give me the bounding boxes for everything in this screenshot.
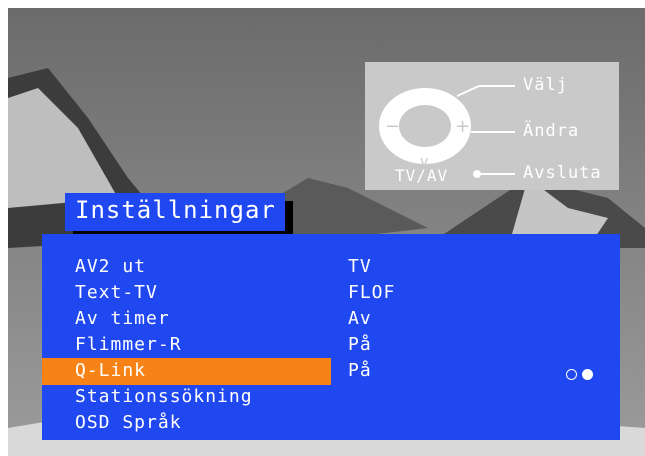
change-label: Ändra	[523, 121, 580, 141]
menu-item-value: FLOF	[348, 282, 396, 303]
exit-label: Avsluta	[523, 163, 602, 183]
menu-item-value: Av	[348, 308, 372, 329]
option-dot-filled-icon	[582, 369, 593, 380]
option-indicator	[566, 365, 598, 384]
menu-item-av2-out[interactable]: AV2 ut TV	[42, 254, 620, 281]
menu-item-flicker-r[interactable]: Flimmer-R På	[42, 332, 620, 359]
menu-item-label: OSD Språk	[75, 412, 182, 433]
menu-item-value: TV	[348, 256, 372, 277]
menu-item-label: Flimmer-R	[75, 334, 182, 355]
svg-text:−: −	[385, 116, 400, 137]
menu-item-label: Q-Link	[75, 360, 147, 381]
menu-item-label: Av timer	[75, 308, 170, 329]
menu-item-value: På	[348, 360, 372, 381]
tv-screen: ^ v − + Välj Ändra Avsluta TV/AV Inställ…	[8, 8, 645, 456]
menu-item-label: Text-TV	[75, 282, 158, 303]
menu-item-label: Stationssökning	[75, 386, 253, 407]
option-dot-empty-icon	[566, 369, 577, 380]
menu-item-label: AV2 ut	[75, 256, 147, 277]
menu-title: Inställningar	[75, 196, 276, 224]
tvav-label: TV/AV	[395, 166, 449, 185]
settings-menu: AV2 ut TV Text-TV FLOF Av timer Av Flimm…	[42, 234, 620, 440]
menu-item-off-timer[interactable]: Av timer Av	[42, 306, 620, 333]
remote-help-panel: ^ v − + Välj Ändra Avsluta TV/AV	[365, 62, 619, 190]
menu-item-q-link[interactable]: Q-Link På	[42, 358, 620, 385]
menu-item-station-search[interactable]: Stationssökning	[42, 384, 620, 411]
svg-text:^: ^	[421, 82, 433, 98]
menu-item-osd-language[interactable]: OSD Språk	[42, 410, 620, 437]
svg-text:+: +	[455, 116, 470, 137]
menu-item-value: På	[348, 334, 372, 355]
select-label: Välj	[523, 75, 568, 95]
menu-title-box: Inställningar	[65, 193, 285, 231]
menu-item-text-tv[interactable]: Text-TV FLOF	[42, 280, 620, 307]
